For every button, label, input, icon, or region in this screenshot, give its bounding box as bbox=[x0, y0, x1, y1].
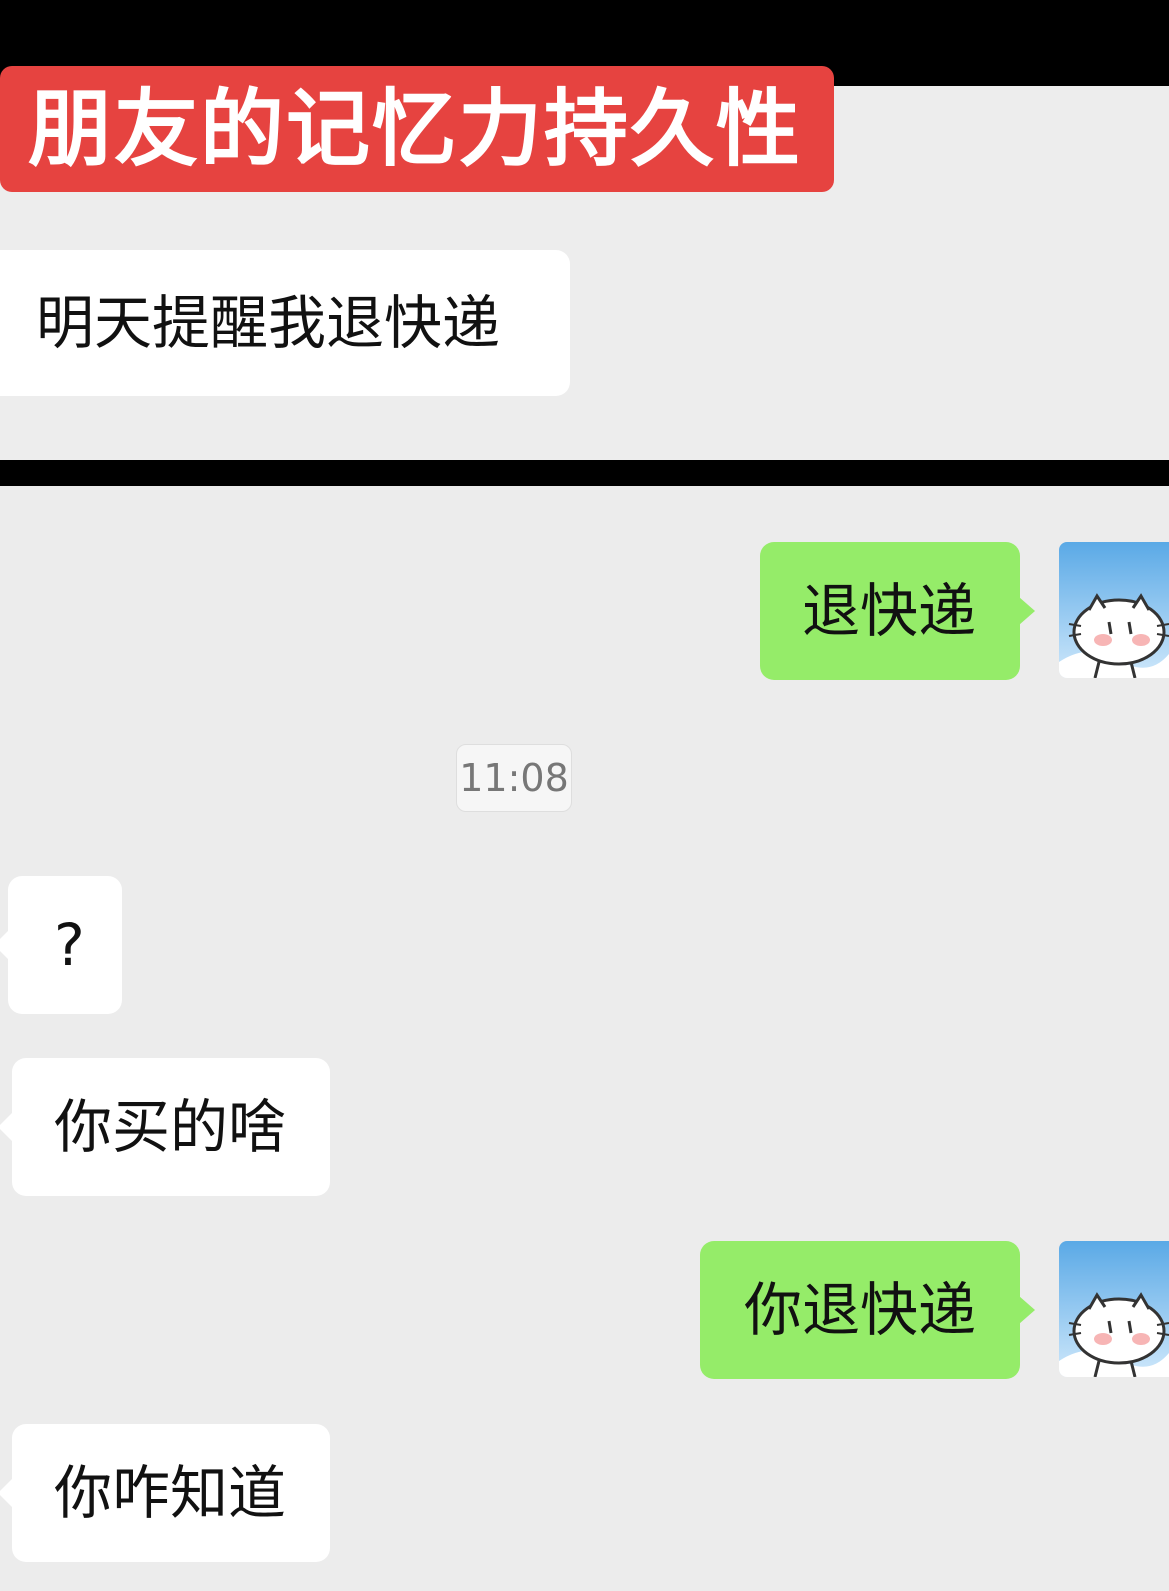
message-bubble-sent[interactable]: 你退快递 bbox=[700, 1241, 1020, 1379]
message-text: 你买的啥 bbox=[54, 1093, 287, 1161]
message-text: 明天提醒我退快递 bbox=[36, 289, 501, 357]
message-bubble-received[interactable]: 你咋知道 bbox=[12, 1424, 330, 1562]
message-bubble-received[interactable]: 明天提醒我退快递 bbox=[0, 250, 570, 396]
timestamp-label: 11:08 bbox=[456, 744, 572, 812]
bubble-tail bbox=[0, 931, 8, 959]
bubble-tail bbox=[0, 1479, 12, 1507]
cat-avatar-icon[interactable] bbox=[1059, 542, 1169, 678]
message-text: 退快递 bbox=[802, 577, 977, 645]
bubble-tail bbox=[0, 1113, 12, 1141]
message-text: 你退快递 bbox=[744, 1276, 977, 1344]
bubble-tail bbox=[1019, 1296, 1035, 1324]
message-bubble-sent[interactable]: 退快递 bbox=[760, 542, 1020, 680]
message-text: ? bbox=[54, 911, 85, 979]
message-text: 你咋知道 bbox=[54, 1459, 287, 1527]
message-bubble-received[interactable]: ? bbox=[8, 876, 122, 1014]
page-title: 朋友的记忆力持久性 bbox=[0, 66, 834, 192]
cat-avatar-icon[interactable] bbox=[1059, 1241, 1169, 1377]
message-bubble-received[interactable]: 你买的啥 bbox=[12, 1058, 330, 1196]
bubble-tail bbox=[1019, 597, 1035, 625]
divider-bar bbox=[0, 460, 1169, 486]
